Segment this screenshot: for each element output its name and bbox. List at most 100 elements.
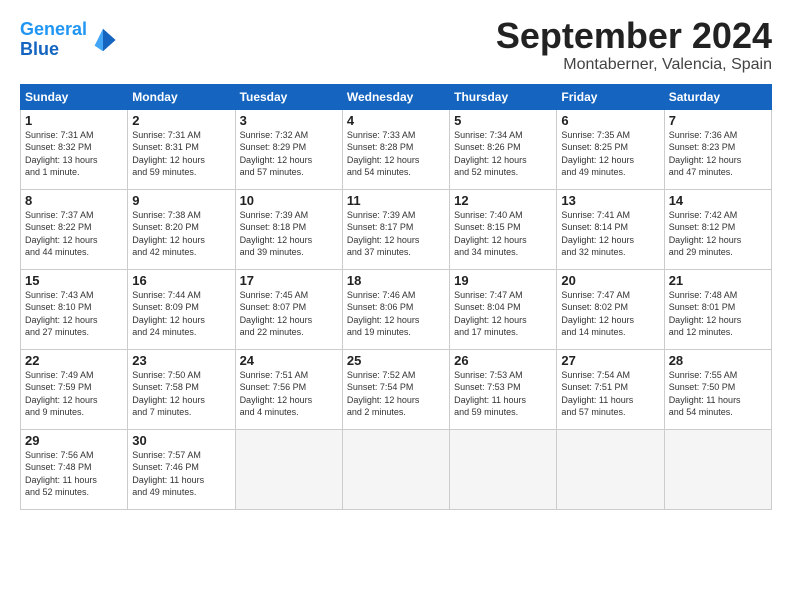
calendar-cell: 3Sunrise: 7:32 AM Sunset: 8:29 PM Daylig… [235,109,342,189]
day-header-thursday: Thursday [450,84,557,109]
day-header-wednesday: Wednesday [342,84,449,109]
day-detail: Sunrise: 7:56 AM Sunset: 7:48 PM Dayligh… [25,449,123,499]
day-detail: Sunrise: 7:47 AM Sunset: 8:04 PM Dayligh… [454,289,552,339]
day-detail: Sunrise: 7:49 AM Sunset: 7:59 PM Dayligh… [25,369,123,419]
logo: GeneralBlue [20,20,117,60]
day-number: 14 [669,193,767,208]
title-area: September 2024 Montaberner, Valencia, Sp… [496,16,772,74]
calendar-cell: 1Sunrise: 7:31 AM Sunset: 8:32 PM Daylig… [21,109,128,189]
day-number: 17 [240,273,338,288]
day-detail: Sunrise: 7:51 AM Sunset: 7:56 PM Dayligh… [240,369,338,419]
day-number: 30 [132,433,230,448]
calendar-cell: 17Sunrise: 7:45 AM Sunset: 8:07 PM Dayli… [235,269,342,349]
day-number: 15 [25,273,123,288]
day-detail: Sunrise: 7:37 AM Sunset: 8:22 PM Dayligh… [25,209,123,259]
day-number: 24 [240,353,338,368]
week-row-3: 15Sunrise: 7:43 AM Sunset: 8:10 PM Dayli… [21,269,772,349]
day-number: 27 [561,353,659,368]
day-detail: Sunrise: 7:34 AM Sunset: 8:26 PM Dayligh… [454,129,552,179]
subtitle: Montaberner, Valencia, Spain [496,56,772,74]
logo-text: GeneralBlue [20,20,87,60]
day-header-sunday: Sunday [21,84,128,109]
day-detail: Sunrise: 7:33 AM Sunset: 8:28 PM Dayligh… [347,129,445,179]
calendar-cell: 13Sunrise: 7:41 AM Sunset: 8:14 PM Dayli… [557,189,664,269]
day-detail: Sunrise: 7:31 AM Sunset: 8:31 PM Dayligh… [132,129,230,179]
day-number: 2 [132,113,230,128]
week-row-4: 22Sunrise: 7:49 AM Sunset: 7:59 PM Dayli… [21,349,772,429]
day-detail: Sunrise: 7:45 AM Sunset: 8:07 PM Dayligh… [240,289,338,339]
logo-icon [89,26,117,54]
day-detail: Sunrise: 7:48 AM Sunset: 8:01 PM Dayligh… [669,289,767,339]
day-number: 9 [132,193,230,208]
day-number: 11 [347,193,445,208]
day-header-tuesday: Tuesday [235,84,342,109]
day-number: 13 [561,193,659,208]
day-number: 5 [454,113,552,128]
header: GeneralBlue September 2024 Montaberner, … [20,16,772,74]
calendar-cell: 5Sunrise: 7:34 AM Sunset: 8:26 PM Daylig… [450,109,557,189]
day-number: 20 [561,273,659,288]
day-number: 25 [347,353,445,368]
calendar-cell: 28Sunrise: 7:55 AM Sunset: 7:50 PM Dayli… [664,349,771,429]
day-number: 22 [25,353,123,368]
calendar-cell: 7Sunrise: 7:36 AM Sunset: 8:23 PM Daylig… [664,109,771,189]
day-header-friday: Friday [557,84,664,109]
day-header-monday: Monday [128,84,235,109]
calendar-cell: 12Sunrise: 7:40 AM Sunset: 8:15 PM Dayli… [450,189,557,269]
calendar-table: SundayMondayTuesdayWednesdayThursdayFrid… [20,84,772,510]
calendar-cell [450,429,557,509]
day-detail: Sunrise: 7:31 AM Sunset: 8:32 PM Dayligh… [25,129,123,179]
calendar-cell: 16Sunrise: 7:44 AM Sunset: 8:09 PM Dayli… [128,269,235,349]
day-number: 16 [132,273,230,288]
calendar-cell: 25Sunrise: 7:52 AM Sunset: 7:54 PM Dayli… [342,349,449,429]
day-detail: Sunrise: 7:43 AM Sunset: 8:10 PM Dayligh… [25,289,123,339]
calendar-cell: 6Sunrise: 7:35 AM Sunset: 8:25 PM Daylig… [557,109,664,189]
day-detail: Sunrise: 7:50 AM Sunset: 7:58 PM Dayligh… [132,369,230,419]
calendar-cell: 18Sunrise: 7:46 AM Sunset: 8:06 PM Dayli… [342,269,449,349]
day-detail: Sunrise: 7:46 AM Sunset: 8:06 PM Dayligh… [347,289,445,339]
week-row-2: 8Sunrise: 7:37 AM Sunset: 8:22 PM Daylig… [21,189,772,269]
calendar-cell: 23Sunrise: 7:50 AM Sunset: 7:58 PM Dayli… [128,349,235,429]
calendar-cell: 24Sunrise: 7:51 AM Sunset: 7:56 PM Dayli… [235,349,342,429]
day-detail: Sunrise: 7:41 AM Sunset: 8:14 PM Dayligh… [561,209,659,259]
day-number: 19 [454,273,552,288]
day-detail: Sunrise: 7:32 AM Sunset: 8:29 PM Dayligh… [240,129,338,179]
day-number: 4 [347,113,445,128]
day-detail: Sunrise: 7:42 AM Sunset: 8:12 PM Dayligh… [669,209,767,259]
calendar-cell: 30Sunrise: 7:57 AM Sunset: 7:46 PM Dayli… [128,429,235,509]
calendar-cell: 21Sunrise: 7:48 AM Sunset: 8:01 PM Dayli… [664,269,771,349]
day-number: 18 [347,273,445,288]
day-detail: Sunrise: 7:57 AM Sunset: 7:46 PM Dayligh… [132,449,230,499]
calendar-cell: 27Sunrise: 7:54 AM Sunset: 7:51 PM Dayli… [557,349,664,429]
day-header-saturday: Saturday [664,84,771,109]
calendar-header-row: SundayMondayTuesdayWednesdayThursdayFrid… [21,84,772,109]
day-detail: Sunrise: 7:39 AM Sunset: 8:17 PM Dayligh… [347,209,445,259]
day-detail: Sunrise: 7:38 AM Sunset: 8:20 PM Dayligh… [132,209,230,259]
calendar-cell: 10Sunrise: 7:39 AM Sunset: 8:18 PM Dayli… [235,189,342,269]
day-number: 3 [240,113,338,128]
day-number: 26 [454,353,552,368]
day-detail: Sunrise: 7:52 AM Sunset: 7:54 PM Dayligh… [347,369,445,419]
day-detail: Sunrise: 7:44 AM Sunset: 8:09 PM Dayligh… [132,289,230,339]
page: GeneralBlue September 2024 Montaberner, … [0,0,792,522]
day-detail: Sunrise: 7:55 AM Sunset: 7:50 PM Dayligh… [669,369,767,419]
calendar-cell: 15Sunrise: 7:43 AM Sunset: 8:10 PM Dayli… [21,269,128,349]
calendar-cell: 14Sunrise: 7:42 AM Sunset: 8:12 PM Dayli… [664,189,771,269]
calendar-cell: 4Sunrise: 7:33 AM Sunset: 8:28 PM Daylig… [342,109,449,189]
day-number: 7 [669,113,767,128]
day-number: 21 [669,273,767,288]
calendar-cell [557,429,664,509]
calendar-cell: 19Sunrise: 7:47 AM Sunset: 8:04 PM Dayli… [450,269,557,349]
month-title: September 2024 [496,16,772,56]
calendar-body: 1Sunrise: 7:31 AM Sunset: 8:32 PM Daylig… [21,109,772,509]
calendar-cell: 26Sunrise: 7:53 AM Sunset: 7:53 PM Dayli… [450,349,557,429]
day-number: 28 [669,353,767,368]
calendar-cell: 11Sunrise: 7:39 AM Sunset: 8:17 PM Dayli… [342,189,449,269]
day-detail: Sunrise: 7:53 AM Sunset: 7:53 PM Dayligh… [454,369,552,419]
day-number: 12 [454,193,552,208]
calendar-cell: 29Sunrise: 7:56 AM Sunset: 7:48 PM Dayli… [21,429,128,509]
calendar-cell: 20Sunrise: 7:47 AM Sunset: 8:02 PM Dayli… [557,269,664,349]
week-row-5: 29Sunrise: 7:56 AM Sunset: 7:48 PM Dayli… [21,429,772,509]
day-detail: Sunrise: 7:39 AM Sunset: 8:18 PM Dayligh… [240,209,338,259]
day-number: 10 [240,193,338,208]
